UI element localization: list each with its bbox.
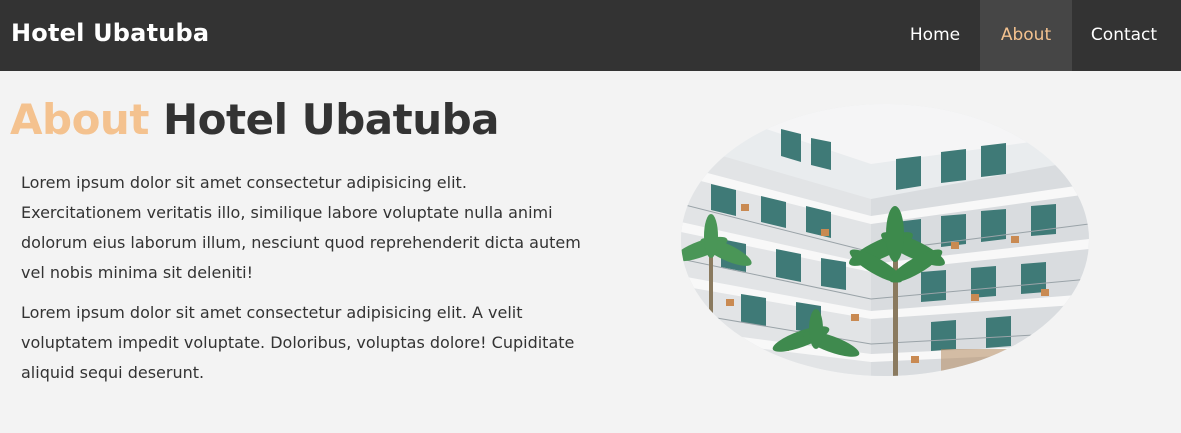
nav-link-home[interactable]: Home <box>890 0 980 71</box>
navbar: Hotel Ubatuba Home About Contact <box>0 0 1181 71</box>
page-title-accent: About <box>10 95 149 144</box>
nav-link-contact[interactable]: Contact <box>1072 0 1176 71</box>
about-paragraph: Lorem ipsum dolor sit amet consectetur a… <box>21 303 575 382</box>
about-paragraph: Lorem ipsum dolor sit amet consectetur a… <box>21 173 581 282</box>
brand-logo[interactable]: Hotel Ubatuba <box>11 19 209 47</box>
hotel-photo <box>681 104 1089 376</box>
page-title-rest: Hotel Ubatuba <box>163 95 500 144</box>
page-title: About Hotel Ubatuba <box>10 95 500 144</box>
nav-link-about[interactable]: About <box>980 0 1072 71</box>
